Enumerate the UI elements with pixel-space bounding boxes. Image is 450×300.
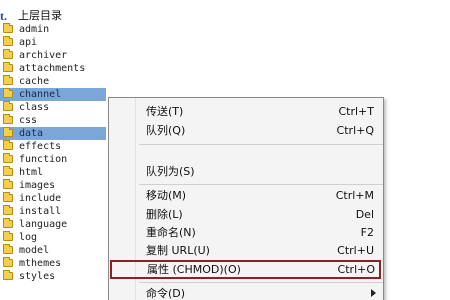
folder-name: attachments [19, 63, 86, 74]
folder-icon [3, 62, 13, 72]
folder-item-effects[interactable]: effects [0, 140, 106, 153]
menu-item-shortcut: Ctrl+U [337, 244, 374, 257]
menu-item-properties-chmod[interactable]: 属性 (CHMOD)(O) Ctrl+O [110, 260, 381, 279]
menu-item-label: 属性 (CHMOD)(O) [147, 263, 241, 276]
folder-icon [3, 114, 13, 124]
menu-item-queue[interactable]: 队列(Q) Ctrl+Q [109, 121, 383, 140]
folder-icon [3, 166, 13, 176]
menu-item-label: 移动(M) [146, 189, 187, 202]
folder-name: images [19, 180, 56, 191]
folder-icon [3, 101, 13, 111]
menu-item-label: 复制 URL(U) [146, 244, 210, 257]
context-menu: 传送(T) Ctrl+T 队列(Q) Ctrl+Q 队列为(S) 移动(M) C… [108, 97, 384, 300]
folder-icon [3, 218, 13, 228]
folder-icon [3, 205, 13, 215]
menu-item-rename[interactable]: 重命名(N) F2 [109, 223, 383, 242]
folder-icon [3, 127, 13, 137]
folder-item-images[interactable]: images [0, 179, 106, 192]
folder-item-html[interactable]: html [0, 166, 106, 179]
folder-icon [3, 244, 13, 254]
menu-item-delete[interactable]: 删除(L) Del [109, 205, 383, 224]
folder-icon [3, 257, 13, 267]
menu-item-label: 队列为(S) [146, 165, 195, 178]
menu-item-shortcut: Del [355, 208, 374, 221]
folder-item-language[interactable]: language [0, 218, 106, 231]
menu-item-label: 传送(T) [146, 105, 184, 118]
folder-icon [3, 36, 13, 46]
folder-item-class[interactable]: class [0, 101, 106, 114]
folder-name: install [19, 206, 62, 217]
folder-name: language [19, 219, 68, 230]
folder-item-css[interactable]: css [0, 114, 106, 127]
folder-name: styles [19, 271, 56, 282]
folder-name: cache [19, 76, 50, 87]
folder-name: css [19, 115, 38, 126]
menu-item-shortcut: Ctrl+T [338, 105, 374, 118]
menu-separator [139, 184, 383, 185]
menu-item-transfer[interactable]: 传送(T) Ctrl+T [109, 102, 383, 121]
folder-icon [3, 140, 13, 150]
folder-name: html [19, 167, 44, 178]
folder-name: effects [19, 141, 62, 152]
folder-name: data [19, 128, 44, 139]
menu-item-shortcut: Ctrl+O [337, 263, 375, 276]
parent-directory-icon: t. [0, 9, 7, 23]
folder-item-attachments[interactable]: attachments [0, 62, 106, 75]
menu-separator [139, 144, 383, 145]
folder-name: api [19, 37, 38, 48]
folder-item-data[interactable]: data [0, 127, 106, 140]
folder-item-channel[interactable]: channel [0, 88, 106, 101]
folder-name: class [19, 102, 50, 113]
file-list: t. 上层目录 admin api archiver attachments c… [0, 10, 120, 300]
folder-icon [3, 49, 13, 59]
menu-item-label: 重命名(N) [146, 226, 196, 239]
folder-item-styles[interactable]: styles [0, 270, 106, 283]
folder-icon [3, 231, 13, 241]
folder-icon [3, 23, 13, 33]
folder-item-archiver[interactable]: archiver [0, 49, 106, 62]
folder-name: archiver [19, 50, 68, 61]
folder-name: channel [19, 89, 62, 100]
folder-item-api[interactable]: api [0, 36, 106, 49]
menu-item-queue-as[interactable]: 队列为(S) [109, 162, 383, 181]
folder-name: admin [19, 24, 50, 35]
menu-item-shortcut: Ctrl+M [335, 189, 374, 202]
folder-icon [3, 75, 13, 85]
folder-item-install[interactable]: install [0, 205, 106, 218]
folder-name: model [19, 245, 50, 256]
folder-icon [3, 192, 13, 202]
folder-item-log[interactable]: log [0, 231, 106, 244]
parent-directory-item[interactable]: t. 上层目录 [0, 10, 120, 23]
parent-directory-label: 上层目录 [18, 10, 62, 22]
menu-item-shortcut: Ctrl+Q [336, 124, 374, 137]
folder-icon [3, 270, 13, 280]
folder-name: include [19, 193, 62, 204]
folder-icon [3, 179, 13, 189]
menu-item-copy-url[interactable]: 复制 URL(U) Ctrl+U [109, 241, 383, 260]
menu-item-label: 删除(L) [146, 208, 183, 221]
submenu-arrow-icon [371, 289, 376, 297]
menu-item-label: 命令(D) [146, 287, 186, 300]
folder-name: mthemes [19, 258, 62, 269]
menu-item-command[interactable]: 命令(D) [109, 284, 383, 300]
menu-separator [139, 282, 383, 283]
folder-name: function [19, 154, 68, 165]
menu-item-move[interactable]: 移动(M) Ctrl+M [109, 186, 383, 205]
folder-item-mthemes[interactable]: mthemes [0, 257, 106, 270]
folder-item-model[interactable]: model [0, 244, 106, 257]
menu-item-label: 队列(Q) [146, 124, 186, 137]
folder-item-admin[interactable]: admin [0, 23, 106, 36]
folder-icon [3, 88, 13, 98]
folder-name: log [19, 232, 38, 243]
folder-item-function[interactable]: function [0, 153, 106, 166]
folder-icon [3, 153, 13, 163]
folder-item-cache[interactable]: cache [0, 75, 106, 88]
menu-item-shortcut: F2 [360, 226, 374, 239]
folder-item-include[interactable]: include [0, 192, 106, 205]
